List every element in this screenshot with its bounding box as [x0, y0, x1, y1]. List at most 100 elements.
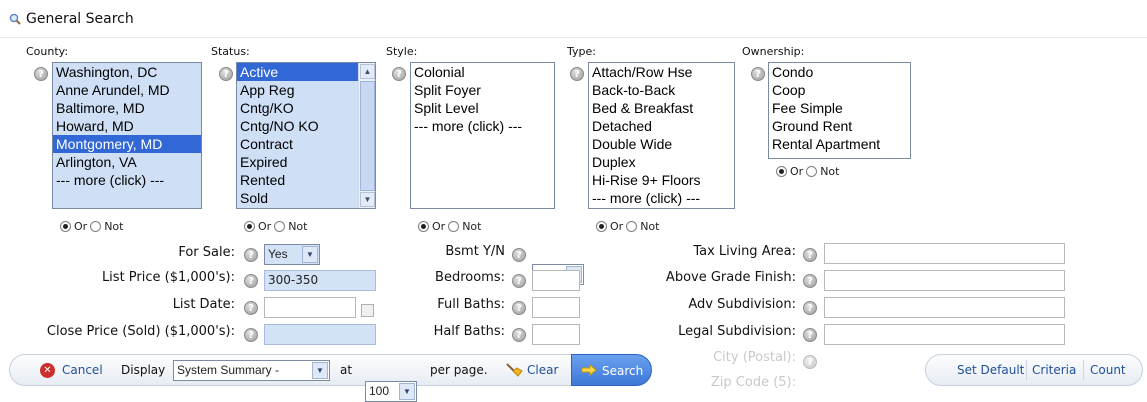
type-option[interactable]: Duplex — [589, 153, 734, 171]
type-help-icon[interactable]: ? — [570, 67, 584, 81]
bsmt-help-icon[interactable]: ? — [512, 248, 526, 262]
close-price-input[interactable] — [264, 324, 376, 345]
style-or-radio[interactable] — [418, 221, 429, 232]
style-help-icon[interactable]: ? — [392, 67, 406, 81]
style-option[interactable]: Split Level — [411, 99, 554, 117]
above-grade-input[interactable] — [824, 270, 1065, 291]
half-baths-help-icon[interactable]: ? — [512, 328, 526, 342]
county-option[interactable]: Montgomery, MD — [53, 135, 201, 153]
page-title: General Search — [26, 11, 134, 27]
bedrooms-input[interactable] — [532, 270, 580, 291]
tax-living-help-icon[interactable]: ? — [803, 248, 817, 262]
ownership-not-radio[interactable] — [806, 166, 818, 177]
status-listbox[interactable]: Active App Reg Cntg/KO Cntg/NO KO Contract Ex… — [236, 62, 376, 209]
bedrooms-label: Bedrooms: — [435, 270, 505, 285]
chevron-down-icon[interactable]: ▼ — [312, 362, 328, 379]
type-option[interactable]: Back-to-Back — [589, 81, 734, 99]
display-select[interactable]: System Summary - ▼ — [173, 360, 330, 381]
status-option[interactable]: Cntg/KO — [237, 99, 358, 117]
status-or-not: Or Not — [244, 220, 307, 233]
scroll-thumb[interactable] — [360, 81, 375, 191]
list-date-input[interactable] — [264, 297, 356, 318]
at-label: at — [340, 363, 353, 377]
chevron-down-icon[interactable]: ▼ — [399, 383, 415, 400]
criteria-button[interactable]: Criteria — [1032, 355, 1076, 385]
county-option[interactable]: Howard, MD — [53, 117, 201, 135]
county-option[interactable]: Arlington, VA — [53, 153, 201, 171]
ownership-option[interactable]: Condo — [769, 63, 910, 81]
county-option[interactable]: Baltimore, MD — [53, 99, 201, 117]
for-sale-help-icon[interactable]: ? — [244, 248, 258, 262]
style-option[interactable]: Split Foyer — [411, 81, 554, 99]
close-price-help-icon[interactable]: ? — [244, 328, 258, 342]
set-default-button[interactable]: Set Default — [957, 355, 1024, 385]
full-baths-help-icon[interactable]: ? — [512, 301, 526, 315]
type-option[interactable]: Bed & Breakfast — [589, 99, 734, 117]
search-button[interactable]: Search — [571, 354, 652, 386]
status-option[interactable]: Cntg/NO KO — [237, 117, 358, 135]
ownership-listbox[interactable]: Condo Coop Fee Simple Ground Rent Rental Apa… — [768, 62, 911, 159]
county-option[interactable]: Washington, DC — [53, 63, 201, 81]
status-not-radio[interactable] — [274, 221, 286, 232]
status-option[interactable]: App Reg — [237, 81, 358, 99]
status-option[interactable]: Expired — [237, 153, 358, 171]
status-help-icon[interactable]: ? — [219, 67, 233, 81]
county-not-radio[interactable] — [90, 221, 102, 232]
status-option[interactable]: Rented — [237, 171, 358, 189]
type-option[interactable]: Double Wide — [589, 135, 734, 153]
cancel-icon[interactable]: ✕ — [40, 363, 55, 378]
scroll-down-icon[interactable]: ▼ — [360, 192, 375, 207]
list-date-help-icon[interactable]: ? — [244, 301, 258, 315]
per-page-select[interactable]: 100 ▼ — [365, 381, 417, 402]
status-option[interactable]: Active — [237, 63, 358, 81]
type-or-radio[interactable] — [596, 221, 607, 232]
style-not-radio[interactable] — [448, 221, 460, 232]
scroll-up-icon[interactable]: ▲ — [360, 64, 375, 79]
clear-button[interactable]: Clear — [527, 355, 558, 385]
ownership-option[interactable]: Rental Apartment — [769, 135, 910, 153]
county-or-radio[interactable] — [60, 221, 71, 232]
adv-subdivision-help-icon[interactable]: ? — [803, 301, 817, 315]
type-listbox[interactable]: Attach/Row Hse Back-to-Back Bed & Breakfas… — [588, 62, 735, 209]
status-option[interactable]: Contract — [237, 135, 358, 153]
ownership-or-radio[interactable] — [776, 166, 787, 177]
broom-icon[interactable] — [505, 362, 523, 378]
legal-subdivision-help-icon[interactable]: ? — [803, 328, 817, 342]
style-listbox[interactable]: Colonial Split Foyer Split Level --- more (… — [410, 62, 555, 209]
city-postal-help-icon[interactable]: ? — [803, 355, 817, 369]
half-baths-input[interactable] — [532, 324, 580, 345]
county-help-icon[interactable]: ? — [34, 67, 48, 81]
type-option[interactable]: Attach/Row Hse — [589, 63, 734, 81]
calendar-icon[interactable] — [361, 304, 374, 317]
status-or-radio[interactable] — [244, 221, 255, 232]
adv-subdivision-input[interactable] — [824, 297, 1065, 318]
status-scrollbar[interactable]: ▲ ▼ — [358, 63, 375, 208]
chevron-down-icon[interactable]: ▼ — [302, 246, 318, 263]
ownership-or-not: Or Not — [776, 165, 839, 178]
county-option[interactable]: --- more (click) --- — [53, 171, 201, 189]
for-sale-select[interactable]: Yes ▼ — [264, 244, 320, 265]
list-price-input[interactable]: 300-350 — [264, 270, 376, 291]
full-baths-input[interactable] — [532, 297, 580, 318]
tax-living-input[interactable] — [824, 243, 1065, 264]
count-button[interactable]: Count — [1090, 355, 1126, 385]
ownership-option[interactable]: Coop — [769, 81, 910, 99]
style-option[interactable]: Colonial — [411, 63, 554, 81]
type-option[interactable]: Detached — [589, 117, 734, 135]
county-listbox[interactable]: Washington, DC Anne Arundel, MD Baltimore,… — [52, 62, 202, 209]
bedrooms-help-icon[interactable]: ? — [512, 274, 526, 288]
above-grade-help-icon[interactable]: ? — [803, 274, 817, 288]
ownership-option[interactable]: Ground Rent — [769, 117, 910, 135]
list-price-help-icon[interactable]: ? — [244, 274, 258, 288]
cancel-button[interactable]: Cancel — [62, 355, 103, 385]
ownership-help-icon[interactable]: ? — [751, 67, 765, 81]
style-option[interactable]: --- more (click) --- — [411, 117, 554, 135]
county-option[interactable]: Anne Arundel, MD — [53, 81, 201, 99]
style-or-not: Or Not — [418, 220, 481, 233]
status-option[interactable]: Sold — [237, 189, 358, 207]
type-not-radio[interactable] — [626, 221, 638, 232]
type-option[interactable]: Hi-Rise 9+ Floors — [589, 171, 734, 189]
type-option[interactable]: --- more (click) --- — [589, 189, 734, 207]
ownership-option[interactable]: Fee Simple — [769, 99, 910, 117]
legal-subdivision-input[interactable] — [824, 324, 1065, 345]
